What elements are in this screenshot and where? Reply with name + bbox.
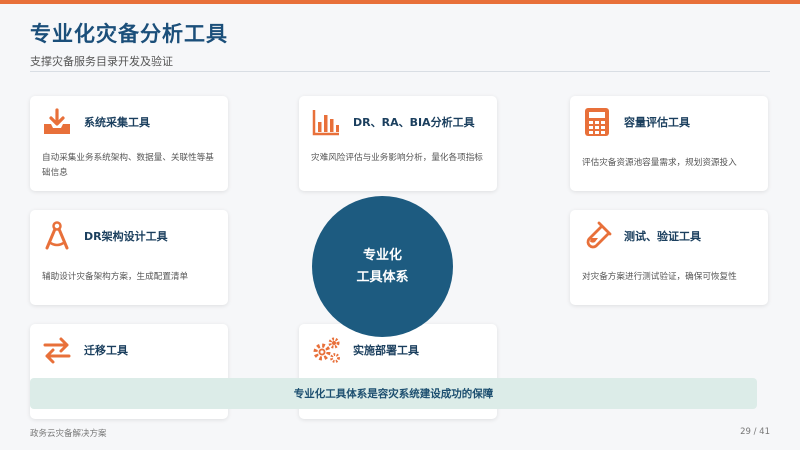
card-description: 评估灾备资源池容量需求，规划资源投入 — [582, 158, 737, 168]
card-title: 系统采集工具 — [84, 116, 150, 129]
card-title: 迁移工具 — [84, 344, 128, 357]
compass-icon — [42, 221, 72, 251]
card-test-tool: 测试、验证工具 对灾备方案进行测试验证，确保可恢复性 — [570, 210, 768, 305]
card-title: 测试、验证工具 — [624, 230, 701, 243]
exchange-arrows-icon — [42, 335, 72, 365]
card-collect-tool: 系统采集工具 自动采集业务系统架构、数据量、关联性等基础信息 — [30, 96, 228, 191]
download-tray-icon — [42, 107, 72, 137]
card-capacity-tool: 容量评估工具 评估灾备资源池容量需求，规划资源投入 — [570, 96, 768, 191]
top-accent-bar — [0, 0, 800, 4]
page-subtitle: 支撑灾备服务目录开发及验证 — [30, 55, 173, 68]
summary-banner: 专业化工具体系是容灾系统建设成功的保障 — [30, 378, 757, 409]
card-description: 对灾备方案进行测试验证，确保可恢复性 — [582, 272, 737, 282]
gears-icon — [311, 335, 341, 365]
title-divider — [30, 71, 770, 72]
calculator-icon — [582, 107, 612, 137]
card-design-tool: DR架构设计工具 辅助设计灾备架构方案，生成配置清单 — [30, 210, 228, 305]
card-analysis-tool: DR、RA、BIA分析工具 灾难风险评估与业务影响分析，量化各项指标 — [299, 96, 497, 191]
card-title: 实施部署工具 — [353, 344, 419, 357]
card-description: 辅助设计灾备架构方案，生成配置清单 — [42, 272, 189, 282]
bar-chart-icon — [311, 107, 341, 137]
card-description: 自动采集业务系统架构、数据量、关联性等基础信息 — [42, 153, 214, 178]
page-title: 专业化灾备分析工具 — [30, 22, 228, 46]
page-number: 29 / 41 — [740, 427, 770, 437]
footer-label: 政务云灾备解决方案 — [30, 429, 107, 439]
test-tube-icon — [582, 221, 612, 251]
card-description: 灾难风险评估与业务影响分析，量化各项指标 — [311, 153, 483, 163]
center-label-line2: 工具体系 — [356, 269, 409, 285]
card-title: DR、RA、BIA分析工具 — [353, 116, 475, 129]
card-title: 容量评估工具 — [624, 116, 690, 129]
center-label-line1: 专业化 — [362, 247, 402, 263]
card-title: DR架构设计工具 — [84, 230, 168, 243]
center-circle: 专业化 工具体系 — [312, 196, 453, 337]
